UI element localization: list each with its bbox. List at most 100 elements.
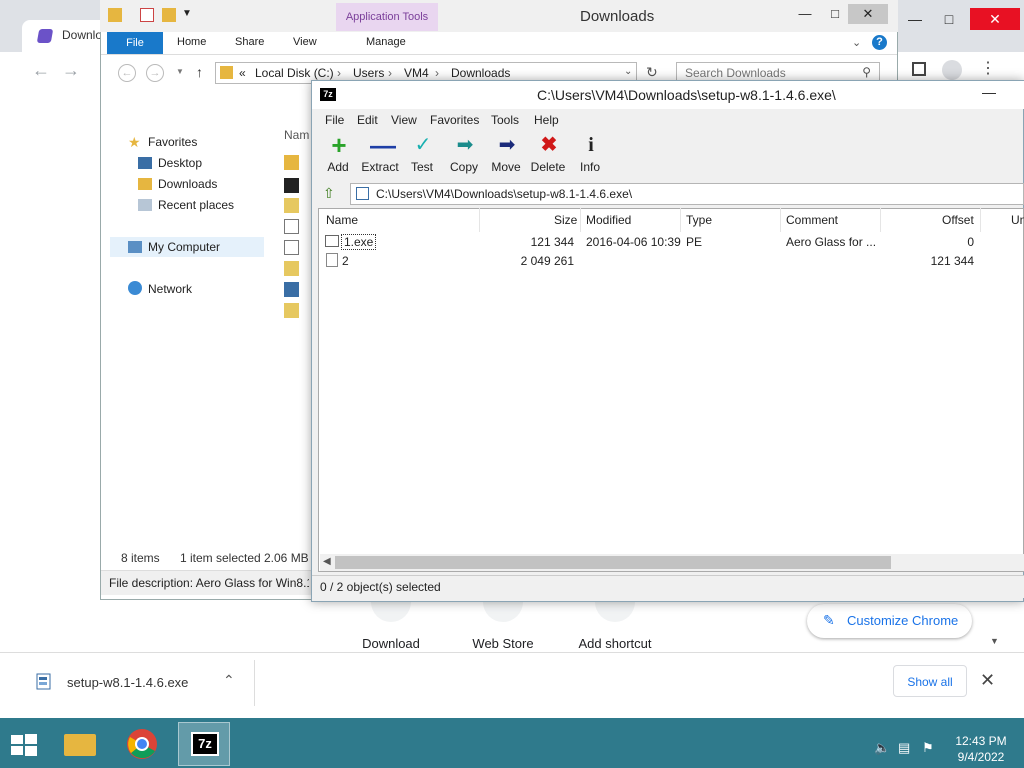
explorer-minimize-button[interactable]: —: [790, 4, 820, 24]
chrome-minimize-button[interactable]: —: [900, 8, 930, 30]
col-divider[interactable]: [780, 208, 781, 232]
scroll-down-arrow-icon[interactable]: ▼: [990, 636, 999, 646]
sevenzip-file-icon[interactable]: [284, 178, 299, 193]
col-divider[interactable]: [980, 208, 981, 232]
archive-file-icon[interactable]: [284, 303, 299, 318]
archive-path-icon: [356, 187, 369, 200]
breadcrumb-vm4[interactable]: VM4: [404, 66, 429, 80]
row-size: 121 344: [530, 235, 574, 249]
menu-edit[interactable]: Edit: [357, 113, 378, 127]
col-offset[interactable]: Offset: [942, 213, 974, 227]
folder-icon[interactable]: [108, 8, 122, 22]
sevenzip-path-field[interactable]: C:\Users\VM4\Downloads\setup-w8.1-1.4.6.…: [350, 183, 1024, 205]
nav-favorites[interactable]: Favorites: [148, 135, 197, 149]
nav-network[interactable]: Network: [148, 282, 192, 296]
speaker-muted-icon[interactable]: 🔈: [874, 740, 890, 756]
menu-favorites[interactable]: Favorites: [430, 113, 479, 127]
download-filename[interactable]: setup-w8.1-1.4.6.exe: [67, 675, 188, 690]
menu-view[interactable]: View: [391, 113, 417, 127]
col-divider[interactable]: [580, 208, 581, 232]
customize-qat-icon[interactable]: ▼: [182, 8, 192, 19]
col-comment[interactable]: Comment: [786, 213, 838, 227]
explorer-forward-icon[interactable]: →: [146, 64, 164, 82]
taskbar-7zip[interactable]: 7z: [178, 722, 230, 766]
network-status-icon[interactable]: ▤: [898, 740, 910, 756]
breadcrumb-users[interactable]: Users: [353, 66, 384, 80]
taskbar-clock[interactable]: 12:43 PM 9/4/2022: [950, 733, 1012, 765]
ribbon-tab-home[interactable]: Home: [177, 36, 206, 48]
customize-chrome-label: Customize Chrome: [847, 613, 959, 628]
breadcrumb-sep-icon[interactable]: ›: [337, 66, 341, 80]
breadcrumb-sep-icon[interactable]: ›: [435, 66, 439, 80]
chrome-maximize-button[interactable]: □: [934, 8, 964, 30]
col-divider[interactable]: [880, 208, 881, 232]
breadcrumb-overflow[interactable]: «: [239, 66, 246, 80]
installer-file-icon[interactable]: [284, 282, 299, 297]
col-modified[interactable]: Modified: [586, 213, 631, 227]
col-name[interactable]: Name: [326, 213, 358, 227]
row-name[interactable]: 2: [342, 254, 349, 268]
show-all-button[interactable]: Show all: [893, 665, 967, 697]
shortcut-label-download[interactable]: Download: [341, 636, 441, 651]
shortcut-label-webstore[interactable]: Web Store: [453, 636, 553, 651]
clock-date: 9/4/2022: [957, 750, 1005, 764]
side-panel-icon[interactable]: [912, 62, 926, 76]
profile-avatar-icon[interactable]: [942, 60, 962, 80]
col-size[interactable]: Size: [554, 213, 577, 227]
breadcrumb-downloads[interactable]: Downloads: [451, 66, 510, 80]
breadcrumb-local-disk[interactable]: Local Disk (C:): [255, 66, 334, 80]
up-arrow-icon[interactable]: ↑: [196, 64, 203, 80]
nav-my-computer[interactable]: My Computer: [148, 240, 220, 254]
archive-file-icon[interactable]: [284, 261, 299, 276]
search-icon[interactable]: ⚲: [862, 65, 871, 79]
forward-arrow-icon[interactable]: →: [62, 60, 80, 81]
properties-icon[interactable]: [140, 8, 154, 22]
action-center-flag-icon[interactable]: ⚑: [922, 740, 934, 756]
scroll-left-arrow-icon[interactable]: ◀: [323, 556, 331, 567]
menu-file[interactable]: File: [325, 113, 344, 127]
address-dropdown-icon[interactable]: ⌄: [624, 66, 632, 77]
breadcrumb-sep-icon[interactable]: ›: [388, 66, 392, 80]
customize-chrome-button[interactable]: ✎ Customize Chrome: [807, 604, 972, 638]
nav-recent-places[interactable]: Recent places: [158, 198, 234, 212]
windows-start-icon[interactable]: [10, 733, 38, 757]
shortcut-label-add[interactable]: Add shortcut: [565, 636, 665, 651]
refresh-icon[interactable]: ↻: [646, 64, 658, 81]
close-shelf-icon[interactable]: ✕: [980, 670, 995, 691]
recent-locations-icon[interactable]: ▼: [176, 67, 184, 76]
explorer-maximize-button[interactable]: □: [820, 4, 850, 24]
col-unpacked[interactable]: Un: [1011, 213, 1024, 227]
scrollbar-thumb[interactable]: [335, 556, 891, 569]
chevron-up-icon[interactable]: ⌃: [223, 672, 235, 689]
col-divider[interactable]: [680, 208, 681, 232]
ribbon-tab-manage[interactable]: Manage: [366, 36, 406, 48]
explorer-close-button[interactable]: ✕: [848, 4, 888, 24]
menu-tools[interactable]: Tools: [491, 113, 519, 127]
ribbon-tab-view[interactable]: View: [293, 36, 317, 48]
sevenzip-minimize-button[interactable]: —: [982, 84, 996, 100]
nav-desktop[interactable]: Desktop: [158, 156, 202, 170]
help-icon[interactable]: ?: [872, 35, 887, 50]
col-divider[interactable]: [479, 208, 480, 232]
name-column-header[interactable]: Nam: [284, 128, 309, 142]
chrome-menu-icon[interactable]: ⋮: [980, 58, 996, 78]
col-type[interactable]: Type: [686, 213, 712, 227]
menu-help[interactable]: Help: [534, 113, 559, 127]
nav-downloads[interactable]: Downloads: [158, 177, 217, 191]
new-folder-icon[interactable]: [162, 8, 176, 22]
move-arrow-icon: ➡: [498, 134, 516, 156]
ribbon-tab-file[interactable]: File: [107, 32, 163, 54]
exe-file-icon[interactable]: [284, 240, 299, 255]
ribbon-tab-share[interactable]: Share: [235, 36, 264, 48]
folder-up-icon[interactable]: ⇧: [323, 185, 341, 203]
exe-file-icon[interactable]: [284, 219, 299, 234]
row-name[interactable]: 1.exe: [341, 234, 377, 250]
taskbar-chrome[interactable]: [116, 722, 168, 766]
taskbar-file-explorer[interactable]: [54, 722, 106, 766]
ribbon-expand-icon[interactable]: ⌄: [852, 36, 861, 49]
archive-file-icon[interactable]: [284, 198, 299, 213]
folder-item-icon[interactable]: [284, 155, 299, 170]
chrome-close-button[interactable]: ✕: [970, 8, 1020, 30]
back-arrow-icon[interactable]: ←: [32, 60, 50, 81]
explorer-back-icon[interactable]: ←: [118, 64, 136, 82]
